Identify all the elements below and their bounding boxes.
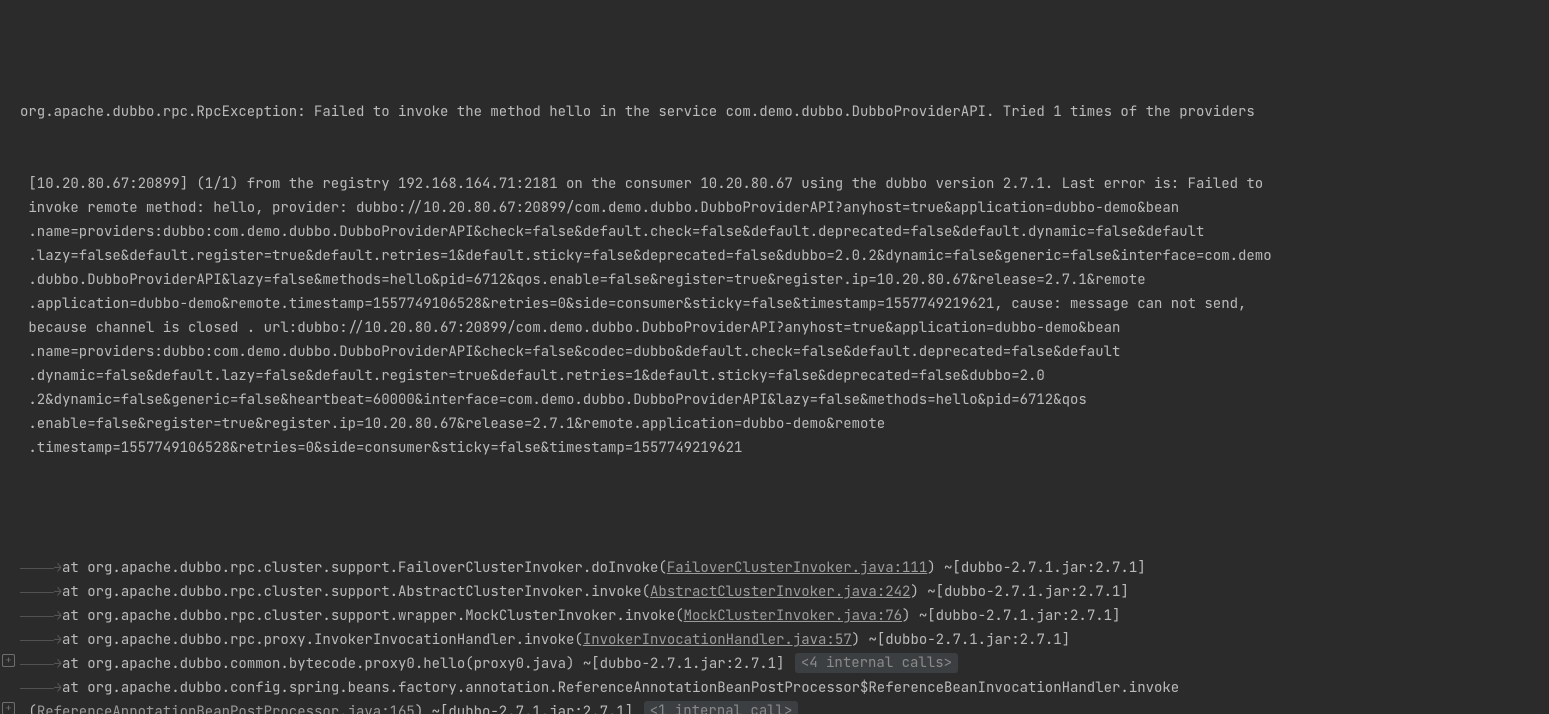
source-link[interactable]: MockClusterInvoker.java:76 [684, 607, 902, 625]
exception-message-line: .enable=false&register=true&register.ip=… [0, 412, 1549, 436]
stack-frame: ――――→at org.apache.dubbo.rpc.cluster.sup… [0, 556, 1549, 580]
source-link[interactable]: ReferenceAnnotationBeanPostProcessor.jav… [37, 703, 415, 714]
stack-frame-wrap: + (ReferenceAnnotationBeanPostProcessor.… [0, 700, 1549, 714]
exception-message-line: .dubbo.DubboProviderAPI&lazy=false&metho… [0, 268, 1549, 292]
exception-message-line: .application=dubbo-demo&remote.timestamp… [0, 292, 1549, 316]
frame-text: at org.apache.dubbo.rpc.cluster.support.… [62, 583, 650, 601]
exception-header: org.apache.dubbo.rpc.RpcException: Faile… [0, 100, 1549, 124]
arrow-icon: ――――→ [20, 583, 62, 601]
stack-frame: ――――→at org.apache.dubbo.config.spring.b… [0, 676, 1549, 700]
frame-text: ( [20, 703, 37, 714]
arrow-icon: ――――→ [20, 655, 62, 673]
exception-message-line: .name=providers:dubbo:com.demo.dubbo.Dub… [0, 340, 1549, 364]
fold-toggle-icon[interactable]: + [2, 702, 15, 714]
stack-frame: ――――→at org.apache.dubbo.rpc.cluster.sup… [0, 580, 1549, 604]
exception-message-line: .2&dynamic=false&generic=false&heartbeat… [0, 388, 1549, 412]
frame-suffix: ) ~[dubbo-2.7.1.jar:2.7.1] [910, 583, 1128, 601]
source-link[interactable]: FailoverClusterInvoker.java:111 [667, 559, 927, 577]
frame-suffix: ) ~[dubbo-2.7.1.jar:2.7.1] [902, 607, 1120, 625]
exception-message-line: invoke remote method: hello, provider: d… [0, 196, 1549, 220]
frame-text: at org.apache.dubbo.config.spring.beans.… [62, 679, 1179, 697]
internal-calls-badge[interactable]: <4 internal calls> [795, 653, 958, 673]
fold-toggle-icon[interactable]: + [2, 654, 15, 667]
frame-text: at org.apache.dubbo.rpc.proxy.InvokerInv… [62, 631, 583, 649]
exception-message-line: .name=providers:dubbo:com.demo.dubbo.Dub… [0, 220, 1549, 244]
frame-text: at org.apache.dubbo.rpc.cluster.support.… [62, 559, 667, 577]
arrow-icon: ――――→ [20, 607, 62, 625]
arrow-icon: ――――→ [20, 559, 62, 577]
stack-frame: ――――→at org.apache.dubbo.rpc.proxy.Invok… [0, 628, 1549, 652]
internal-calls-badge[interactable]: <1 internal call> [644, 701, 799, 714]
arrow-icon: ――――→ [20, 631, 62, 649]
exception-message-line: because channel is closed . url:dubbo://… [0, 316, 1549, 340]
arrow-icon: ――――→ [20, 679, 62, 697]
frame-suffix: ) ~[dubbo-2.7.1.jar:2.7.1] [852, 631, 1070, 649]
console-output: org.apache.dubbo.rpc.RpcException: Faile… [0, 0, 1549, 714]
stack-frame: + ――――→at org.apache.dubbo.common.bytecod… [0, 652, 1549, 676]
frame-text: at org.apache.dubbo.common.bytecode.prox… [62, 655, 784, 673]
stack-frame: ――――→at org.apache.dubbo.rpc.cluster.sup… [0, 604, 1549, 628]
frame-text: at org.apache.dubbo.rpc.cluster.support.… [62, 607, 684, 625]
source-link[interactable]: AbstractClusterInvoker.java:242 [650, 583, 910, 601]
exception-message-line: [10.20.80.67:20899] (1/1) from the regis… [0, 172, 1549, 196]
exception-message-line: .dynamic=false&default.lazy=false&defaul… [0, 364, 1549, 388]
frame-suffix: ) ~[dubbo-2.7.1.jar:2.7.1] [927, 559, 1145, 577]
exception-message-line: .timestamp=1557749106528&retries=0&side=… [0, 436, 1549, 460]
frame-suffix: ) ~[dubbo-2.7.1.jar:2.7.1] [415, 703, 633, 714]
source-link[interactable]: InvokerInvocationHandler.java:57 [583, 631, 852, 649]
exception-message-line: .lazy=false&default.register=true&defaul… [0, 244, 1549, 268]
